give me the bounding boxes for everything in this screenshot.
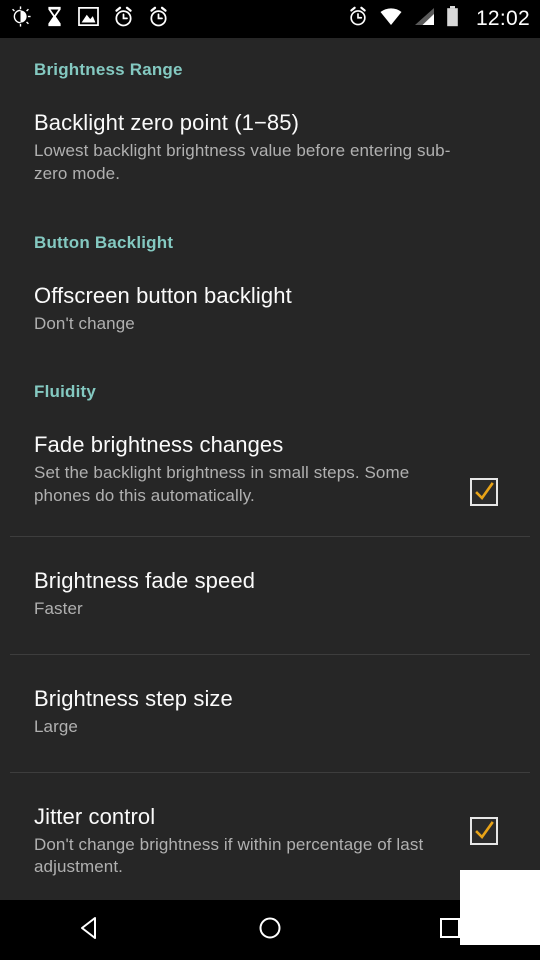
status-bar-left-icons <box>10 6 348 33</box>
white-overlay-patch <box>460 870 540 945</box>
pref-title: Fade brightness changes <box>34 431 284 457</box>
pref-summary: Lowest backlight brightness value before… <box>34 141 451 183</box>
pref-summary: Don't change brightness if within percen… <box>34 834 424 877</box>
image-icon <box>78 7 99 31</box>
wifi-icon <box>379 7 403 31</box>
pref-summary: Set the backlight brightness in small st… <box>34 463 410 505</box>
pref-summary: Faster <box>34 599 83 619</box>
pref-summary: Don't change <box>34 314 135 334</box>
pref-title: Brightness step size <box>34 685 233 711</box>
navigation-bar <box>0 900 540 960</box>
back-button[interactable] <box>0 900 180 960</box>
brightness-icon <box>10 6 31 32</box>
pref-jitter-control[interactable]: Jitter control Don't change brightness i… <box>0 804 540 879</box>
cell-signal-icon <box>414 7 435 31</box>
checkbox-fade-brightness-changes[interactable] <box>470 477 498 506</box>
pref-title: Backlight zero point (1−85) <box>34 110 300 135</box>
pref-title: Jitter control <box>34 803 156 829</box>
checkbox-jitter-control[interactable] <box>470 816 498 845</box>
category-header-brightness-range: Brightness Range <box>34 60 183 79</box>
circle-icon <box>256 914 284 947</box>
pref-title: Offscreen button backlight <box>34 283 292 309</box>
alarm-clock-icon <box>113 6 134 33</box>
pref-title: Brightness fade speed <box>34 568 256 594</box>
hourglass-icon <box>45 6 64 32</box>
list-divider <box>10 536 530 538</box>
pref-fade-brightness-changes[interactable]: Fade brightness changes Set the backligh… <box>0 432 540 507</box>
list-divider <box>10 653 530 655</box>
home-button[interactable] <box>180 900 360 960</box>
list-divider <box>10 771 530 773</box>
alarm-clock-icon <box>348 6 368 32</box>
status-bar-right-icons: 12:02 <box>348 6 530 32</box>
pref-brightness-step-size[interactable]: Brightness step size Large <box>0 686 540 739</box>
pref-offscreen-button-backlight[interactable]: Offscreen button backlight Don't change <box>0 283 540 336</box>
category-header-button-backlight: Button Backlight <box>34 233 174 253</box>
settings-list[interactable]: Brightness Range Backlight zero point (1… <box>0 38 540 900</box>
phone-screen: 12:02 Brightness Range Backlight zero po… <box>0 0 540 960</box>
status-bar: 12:02 <box>0 0 540 38</box>
pref-brightness-fade-speed[interactable]: Brightness fade speed Faster <box>0 568 540 621</box>
checkmark-icon <box>475 820 494 839</box>
pref-backlight-zero-point[interactable]: Backlight zero point (1−85) Lowest backl… <box>0 110 540 185</box>
checkmark-icon <box>475 482 494 500</box>
battery-icon <box>446 6 459 32</box>
pref-summary: Large <box>34 717 78 737</box>
status-bar-clock: 12:02 <box>475 7 530 30</box>
triangle-left-icon <box>76 914 104 947</box>
alarm-clock-icon-2 <box>148 6 169 33</box>
category-header-fluidity: Fluidity <box>34 381 97 401</box>
